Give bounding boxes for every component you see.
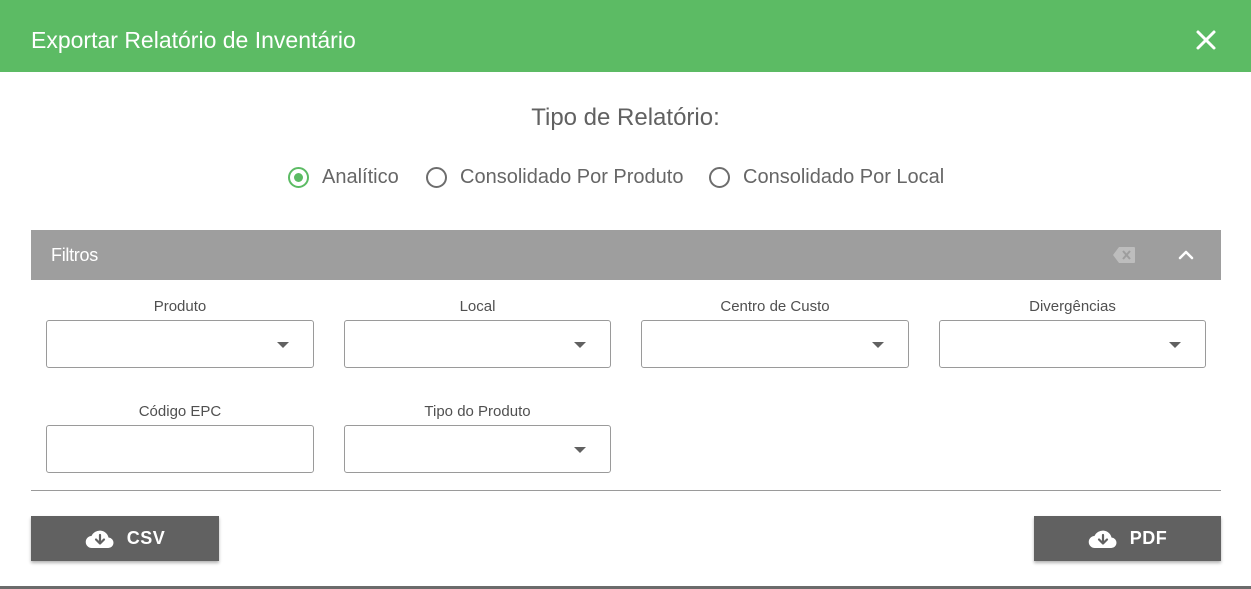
- csv-label: CSV: [126, 528, 166, 548]
- caret-down-icon: [277, 342, 289, 348]
- radio-consolidado-local[interactable]: Consolidado Por Local: [709, 164, 944, 190]
- tipo-produto-select[interactable]: [344, 425, 611, 473]
- radio-label: Consolidado Por Produto: [460, 166, 684, 188]
- export-csv-button[interactable]: CSV: [31, 516, 219, 561]
- filters-title: Filtros: [51, 245, 98, 265]
- caret-down-icon: [574, 342, 586, 348]
- centro-custo-label: Centro de Custo: [720, 298, 830, 315]
- chevron-up-icon: [1178, 250, 1194, 260]
- local-label: Local: [459, 298, 496, 315]
- pdf-label: PDF: [1129, 528, 1168, 548]
- produto-select[interactable]: [46, 320, 314, 368]
- centro-custo-select[interactable]: [641, 320, 909, 368]
- export-report-dialog: Exportar Relatório de Inventário Tipo de…: [0, 0, 1251, 586]
- caret-down-icon: [872, 342, 884, 348]
- radio-consolidado-produto[interactable]: Consolidado Por Produto: [426, 164, 683, 190]
- divider: [31, 490, 1221, 491]
- caret-down-icon: [1169, 342, 1181, 348]
- radio-circle[interactable]: [709, 166, 730, 188]
- clear-filters-button[interactable]: [1112, 246, 1136, 264]
- radio-analitico[interactable]: Analítico: [288, 164, 399, 190]
- codigo-epc-label: Código EPC: [138, 403, 222, 420]
- filters-panel-header: Filtros: [31, 230, 1221, 280]
- tipo-produto-label: Tipo do Produto: [424, 403, 531, 420]
- divergencias-select[interactable]: [939, 320, 1206, 368]
- radio-label: Consolidado Por Local: [743, 166, 945, 188]
- collapse-filters-button[interactable]: [1175, 244, 1197, 266]
- report-type-label: Tipo de Relatório:: [531, 104, 720, 131]
- dialog-title: Exportar Relatório de Inventário: [31, 27, 356, 53]
- caret-down-icon: [574, 447, 586, 453]
- produto-label: Produto: [153, 298, 207, 315]
- export-pdf-button[interactable]: PDF: [1034, 516, 1221, 561]
- dialog-header: Exportar Relatório de Inventário: [0, 0, 1251, 72]
- close-icon: [1196, 30, 1216, 50]
- close-button[interactable]: [1190, 24, 1222, 56]
- local-select[interactable]: [344, 320, 611, 368]
- backspace-icon: [1113, 247, 1135, 263]
- radio-circle[interactable]: [288, 166, 309, 188]
- cloud-download-icon: [1088, 530, 1117, 548]
- codigo-epc-input[interactable]: [46, 425, 314, 473]
- radio-label: Analítico: [322, 166, 399, 188]
- cloud-download-icon: [85, 530, 114, 548]
- radio-circle[interactable]: [426, 166, 447, 188]
- divergencias-label: Divergências: [1029, 298, 1116, 315]
